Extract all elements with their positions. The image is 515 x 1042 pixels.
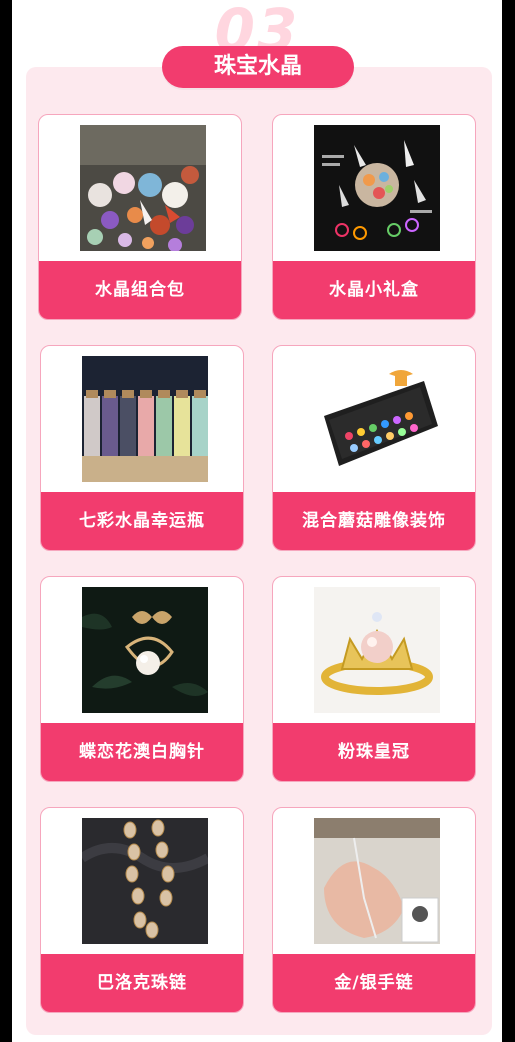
page: 03 珠宝水晶 水晶组合包 水晶小礼盒 七彩水晶幸运瓶 混合蘑菇雕像装饰 蝶恋花…: [12, 0, 502, 1042]
product-label: 混合蘑菇雕像装饰: [273, 492, 475, 550]
product-image: [314, 125, 440, 251]
product-card-baroque-necklace[interactable]: 巴洛克珠链: [40, 807, 244, 1013]
product-label: 七彩水晶幸运瓶: [41, 492, 243, 550]
product-card-crystal-mix[interactable]: 水晶组合包: [38, 114, 242, 320]
product-label: 巴洛克珠链: [41, 954, 243, 1012]
section-title: 珠宝水晶: [162, 46, 354, 88]
product-label: 蝶恋花澳白胸针: [41, 723, 243, 781]
product-label: 水晶小礼盒: [273, 261, 475, 319]
product-card-crystal-gift-box[interactable]: 水晶小礼盒: [272, 114, 476, 320]
product-label: 粉珠皇冠: [273, 723, 475, 781]
product-label: 金/银手链: [273, 954, 475, 1012]
product-card-pink-pearl-crown[interactable]: 粉珠皇冠: [272, 576, 476, 782]
product-image: [82, 356, 208, 482]
product-card-mushroom-decor[interactable]: 混合蘑菇雕像装饰: [272, 345, 476, 551]
product-label: 水晶组合包: [39, 261, 241, 319]
product-image: [80, 125, 206, 251]
product-image: [314, 818, 440, 944]
product-card-bracelet[interactable]: 金/银手链: [272, 807, 476, 1013]
product-card-butterfly-brooch[interactable]: 蝶恋花澳白胸针: [40, 576, 244, 782]
product-image: [82, 818, 208, 944]
product-image: [314, 356, 440, 482]
product-image: [314, 587, 440, 713]
product-image: [82, 587, 208, 713]
product-card-lucky-bottle[interactable]: 七彩水晶幸运瓶: [40, 345, 244, 551]
